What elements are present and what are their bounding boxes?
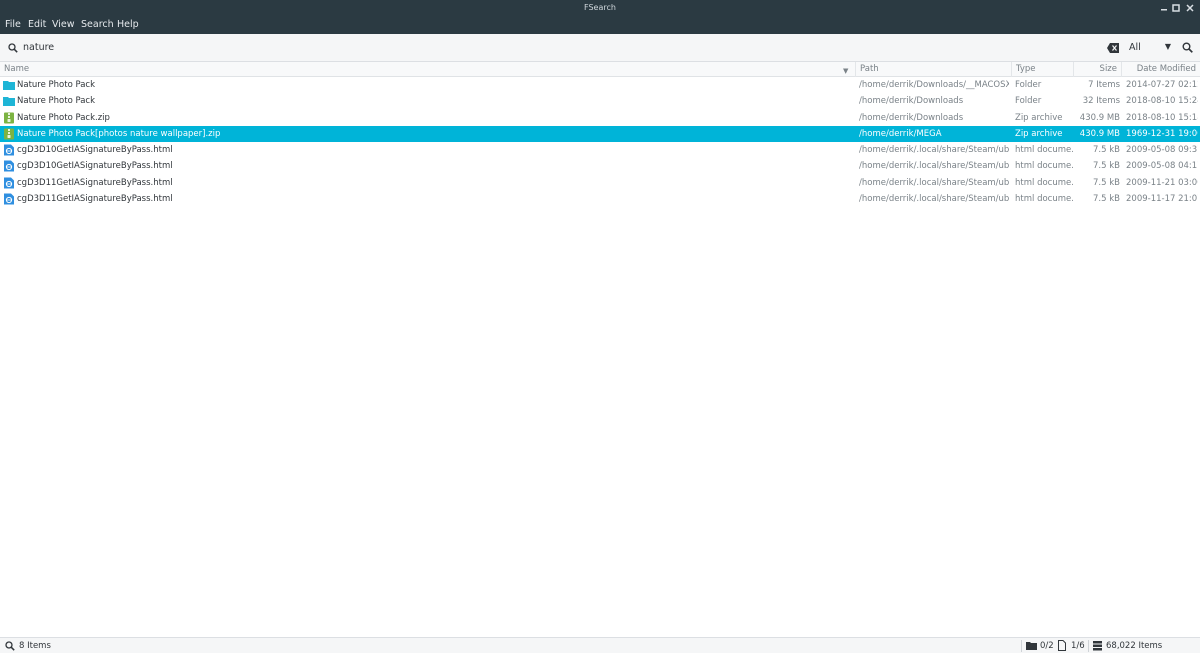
table-row[interactable]: Nature Photo Pack[photos nature wallpape… xyxy=(0,125,1200,143)
file-date-modified: 2014-07-27 02:12 xyxy=(1126,80,1198,90)
file-name: Nature Photo Pack xyxy=(17,96,96,107)
file-date-modified: 1969-12-31 19:00 xyxy=(1126,128,1198,139)
file-name: cgD3D11GetIASignatureByPass.html xyxy=(17,177,173,188)
search-bar: nature All ▼ xyxy=(0,34,1200,62)
search-icon xyxy=(8,43,18,53)
result-count: 8 Items xyxy=(19,641,51,651)
file-size: 7.5 kB xyxy=(1093,194,1120,205)
html-file-icon xyxy=(3,144,15,156)
search-icon xyxy=(5,641,15,651)
status-bar: 8 Items 0/2 1/6 68,022 Items xyxy=(0,637,1200,653)
folder-count: 0/2 xyxy=(1040,641,1054,651)
column-date-modified[interactable]: Date Modified xyxy=(1122,62,1200,77)
file-type: html docume... xyxy=(1015,194,1073,205)
results-list: Nature Photo Pack/home/derrik/Downloads/… xyxy=(0,77,1200,207)
divider xyxy=(1021,640,1022,652)
file-size: 430.9 MB xyxy=(1079,112,1120,123)
menu-file[interactable]: File xyxy=(5,19,21,30)
column-name[interactable]: Name xyxy=(0,62,856,77)
file-type: Zip archive xyxy=(1015,128,1063,139)
file-name: cgD3D11GetIASignatureByPass.html xyxy=(17,194,173,205)
file-date-modified: 2018-08-10 15:18 xyxy=(1126,112,1198,123)
close-icon xyxy=(1186,4,1194,12)
file-date-modified: 2009-11-21 03:00 xyxy=(1126,177,1198,188)
file-date-modified: 2009-05-08 09:37 xyxy=(1126,145,1198,156)
file-type: Zip archive xyxy=(1015,112,1063,123)
file-date-modified: 2018-08-10 15:24 xyxy=(1126,96,1198,107)
filter-dropdown[interactable]: All ▼ xyxy=(1127,41,1175,55)
file-path: /home/derrik/Downloads xyxy=(859,96,964,107)
file-path: /home/derrik/.local/share/Steam/ub... xyxy=(859,161,1009,172)
folder-icon xyxy=(1026,642,1037,650)
chevron-down-icon: ▼ xyxy=(1164,42,1171,51)
file-size: 430.9 MB xyxy=(1079,128,1120,139)
title-bar: FSearch xyxy=(0,0,1200,16)
sort-down-icon: ▼ xyxy=(843,67,849,75)
clear-search-icon[interactable] xyxy=(1107,43,1119,53)
file-type: html docume... xyxy=(1015,177,1073,188)
file-name: cgD3D10GetIASignatureByPass.html xyxy=(17,161,173,172)
table-row[interactable]: cgD3D11GetIASignatureByPass.html/home/de… xyxy=(0,191,1200,207)
database-icon xyxy=(1093,641,1102,651)
maximize-icon xyxy=(1172,4,1180,12)
file-size: 7.5 kB xyxy=(1093,145,1120,156)
file-path: /home/derrik/Downloads xyxy=(859,112,964,123)
file-path: /home/derrik/.local/share/Steam/ub... xyxy=(859,145,1009,156)
divider xyxy=(1088,640,1089,652)
file-path: /home/derrik/MEGA xyxy=(859,128,942,139)
file-type: Folder xyxy=(1015,96,1042,107)
menu-search[interactable]: Search xyxy=(81,19,114,30)
file-type: Folder xyxy=(1015,80,1042,90)
folder-icon xyxy=(3,95,15,107)
maximize-button[interactable] xyxy=(1170,2,1182,14)
file-size: 7.5 kB xyxy=(1093,177,1120,188)
menu-help[interactable]: Help xyxy=(117,19,139,30)
file-count: 1/6 xyxy=(1071,641,1085,651)
column-type[interactable]: Type xyxy=(1012,62,1074,77)
table-row[interactable]: Nature Photo Pack.zip/home/derrik/Downlo… xyxy=(0,110,1200,126)
file-path: /home/derrik/.local/share/Steam/ub... xyxy=(859,194,1009,205)
minimize-icon xyxy=(1161,9,1167,11)
file-date-modified: 2009-11-17 21:07 xyxy=(1126,194,1198,205)
html-file-icon xyxy=(3,193,15,205)
window-title: FSearch xyxy=(584,3,616,12)
menu-view[interactable]: View xyxy=(52,19,75,30)
table-row[interactable]: cgD3D10GetIASignatureByPass.html/home/de… xyxy=(0,142,1200,158)
table-row[interactable]: Nature Photo Pack/home/derrik/Downloads F… xyxy=(0,93,1200,109)
table-row[interactable]: cgD3D10GetIASignatureByPass.html/home/de… xyxy=(0,158,1200,174)
file-size: 7 Items xyxy=(1088,80,1120,90)
search-button-icon[interactable] xyxy=(1182,42,1193,53)
database-count: 68,022 Items xyxy=(1106,641,1163,651)
filter-value: All xyxy=(1129,42,1141,53)
close-button[interactable] xyxy=(1184,2,1196,14)
folder-icon xyxy=(3,79,15,91)
zip-icon xyxy=(3,128,15,140)
zip-icon xyxy=(3,112,15,124)
file-type: html docume... xyxy=(1015,145,1073,156)
table-row[interactable]: cgD3D11GetIASignatureByPass.html/home/de… xyxy=(0,175,1200,191)
table-row[interactable]: Nature Photo Pack/home/derrik/Downloads/… xyxy=(0,77,1200,93)
file-size: 32 Items xyxy=(1082,96,1120,107)
results-header: Name ▼ Path Type Size Date Modified xyxy=(0,62,1200,77)
file-path: /home/derrik/.local/share/Steam/ub... xyxy=(859,177,1009,188)
column-size[interactable]: Size xyxy=(1074,62,1122,77)
html-file-icon xyxy=(3,160,15,172)
file-size: 7.5 kB xyxy=(1093,161,1120,172)
file-icon xyxy=(1058,640,1066,651)
file-path: /home/derrik/Downloads/__MACOSX xyxy=(859,80,1009,90)
file-name: Nature Photo Pack[photos nature wallpape… xyxy=(17,128,221,139)
menu-edit[interactable]: Edit xyxy=(28,19,46,30)
file-name: cgD3D10GetIASignatureByPass.html xyxy=(17,145,173,156)
menu-bar: File Edit View Search Help xyxy=(0,16,1200,34)
minimize-button[interactable] xyxy=(1158,2,1170,14)
file-date-modified: 2009-05-08 04:17 xyxy=(1126,161,1198,172)
file-type: html docume... xyxy=(1015,161,1073,172)
search-input[interactable]: nature xyxy=(23,42,54,53)
file-name: Nature Photo Pack xyxy=(17,80,96,90)
column-path[interactable]: Path xyxy=(856,62,1012,77)
file-name: Nature Photo Pack.zip xyxy=(17,112,110,123)
html-file-icon xyxy=(3,177,15,189)
